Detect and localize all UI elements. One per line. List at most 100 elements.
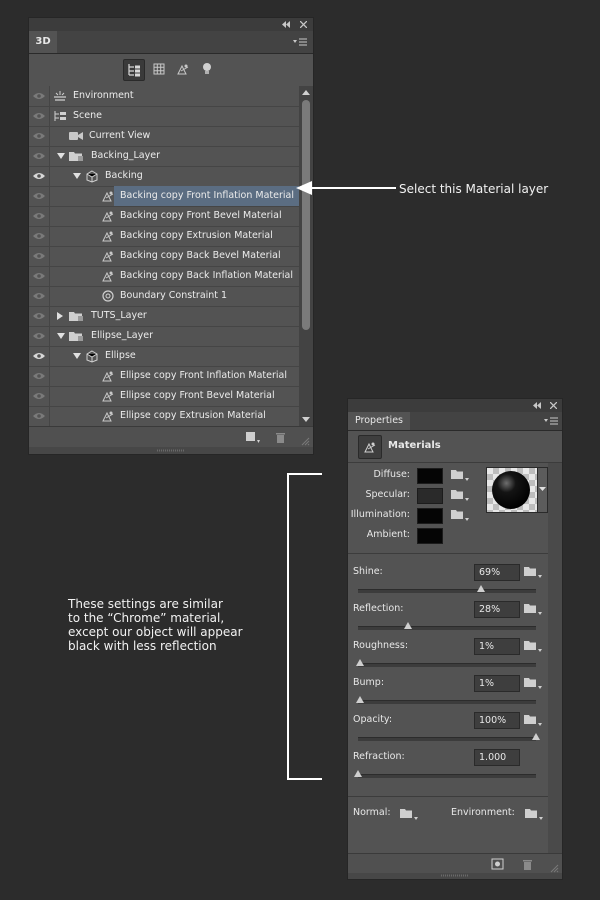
layer-row[interactable]: Ellipse xyxy=(29,346,299,367)
texture-folder-icon[interactable] xyxy=(524,639,542,653)
visibility-toggle[interactable] xyxy=(29,366,50,386)
texture-folder-icon[interactable] xyxy=(524,713,542,727)
properties-scrollbar[interactable] xyxy=(548,463,562,853)
annotation-note-line: These settings are similar xyxy=(68,597,223,611)
slider-thumb[interactable] xyxy=(355,659,364,666)
resize-grip-icon[interactable] xyxy=(301,437,310,446)
slider-track[interactable] xyxy=(358,589,536,593)
slider-thumb[interactable] xyxy=(354,770,362,777)
texture-folder-icon[interactable] xyxy=(524,602,542,616)
layer-row[interactable]: TUTS_Layer xyxy=(29,306,299,327)
normal-folder-icon[interactable] xyxy=(400,807,418,821)
visibility-toggle[interactable] xyxy=(29,306,50,326)
visibility-toggle[interactable] xyxy=(29,106,50,126)
color-label: Illumination: xyxy=(350,509,410,520)
layer-row[interactable]: Ellipse copy Front Bevel Material xyxy=(29,386,299,407)
visibility-toggle[interactable] xyxy=(29,286,50,306)
color-swatch[interactable] xyxy=(417,508,443,524)
visibility-toggle[interactable] xyxy=(29,266,50,286)
layer-row[interactable]: Scene xyxy=(29,106,299,127)
visibility-toggle[interactable] xyxy=(29,406,50,426)
visibility-toggle[interactable] xyxy=(29,246,50,266)
color-swatch[interactable] xyxy=(417,528,443,544)
slider-track[interactable] xyxy=(358,663,536,667)
visibility-toggle[interactable] xyxy=(29,166,50,186)
panel-titlebar[interactable] xyxy=(348,399,562,412)
filter-materials-button[interactable] xyxy=(173,59,193,79)
materials-mode-button[interactable] xyxy=(358,435,382,459)
trash-icon[interactable] xyxy=(275,431,286,443)
visibility-toggle[interactable] xyxy=(29,386,50,406)
visibility-toggle[interactable] xyxy=(29,126,50,146)
layer-row[interactable]: Current View xyxy=(29,126,299,147)
filter-whole-scene-button[interactable] xyxy=(123,59,145,81)
slider-value-field[interactable]: 100% xyxy=(474,712,520,729)
tab-3d[interactable]: 3D xyxy=(29,31,57,53)
eye-icon xyxy=(33,153,45,159)
visibility-toggle[interactable] xyxy=(29,86,50,106)
close-icon[interactable] xyxy=(300,21,307,28)
layer-row[interactable]: Backing copy Front Bevel Material xyxy=(29,206,299,227)
layer-row[interactable]: Ellipse copy Extrusion Material xyxy=(29,406,299,426)
layer-row[interactable]: Backing_Layer xyxy=(29,146,299,167)
layer-row[interactable]: Environment xyxy=(29,86,299,107)
panel-titlebar[interactable] xyxy=(29,18,313,31)
texture-folder-icon[interactable] xyxy=(524,676,542,690)
material-icon xyxy=(364,442,376,453)
slider-track[interactable] xyxy=(358,700,536,704)
texture-folder-icon[interactable] xyxy=(524,565,542,579)
visibility-toggle[interactable] xyxy=(29,346,50,366)
load-icon[interactable] xyxy=(491,858,504,870)
texture-folder-icon[interactable] xyxy=(451,508,469,522)
collapse-icon[interactable] xyxy=(532,402,542,409)
color-swatch[interactable] xyxy=(417,468,443,484)
visibility-toggle[interactable] xyxy=(29,206,50,226)
layer-row[interactable]: Backing copy Extrusion Material xyxy=(29,226,299,247)
collapse-icon[interactable] xyxy=(281,21,291,28)
filter-meshes-button[interactable] xyxy=(149,59,169,79)
trash-icon[interactable] xyxy=(522,858,533,870)
visibility-toggle[interactable] xyxy=(29,186,50,206)
slider-value-field[interactable]: 69% xyxy=(474,564,520,581)
slider-thumb[interactable] xyxy=(355,696,364,703)
visibility-toggle[interactable] xyxy=(29,326,50,346)
scroll-down-icon[interactable] xyxy=(302,417,310,422)
slider-thumb[interactable] xyxy=(476,585,485,592)
slider-value-field[interactable]: 1% xyxy=(474,675,520,692)
resize-grip-icon[interactable] xyxy=(550,864,559,873)
tab-properties[interactable]: Properties xyxy=(348,412,410,430)
layer-row[interactable]: Boundary Constraint 1 xyxy=(29,286,299,307)
layer-row[interactable]: Backing xyxy=(29,166,299,187)
visibility-toggle[interactable] xyxy=(29,146,50,166)
panel-drag-grip[interactable] xyxy=(29,447,313,454)
layer-row[interactable]: Ellipse_Layer xyxy=(29,326,299,347)
slider-value-field[interactable]: 28% xyxy=(474,601,520,618)
scroll-up-icon[interactable] xyxy=(302,90,310,95)
slider-value-field[interactable]: 1% xyxy=(474,638,520,655)
slider-value-field[interactable]: 1.000 xyxy=(474,749,520,766)
material-picker-button[interactable] xyxy=(537,467,548,513)
layer-row[interactable]: Backing copy Front Inflation Material xyxy=(29,186,299,207)
slider-track[interactable] xyxy=(358,737,536,741)
slider-thumb[interactable] xyxy=(532,733,540,740)
color-swatch[interactable] xyxy=(417,488,443,504)
layer-row[interactable]: Backing copy Back Bevel Material xyxy=(29,246,299,267)
panel-drag-grip[interactable] xyxy=(348,873,562,879)
slider-track[interactable] xyxy=(358,626,536,630)
visibility-toggle[interactable] xyxy=(29,226,50,246)
panel-menu-icon[interactable] xyxy=(544,417,558,425)
filter-lights-button[interactable] xyxy=(197,59,217,79)
scroll-thumb[interactable] xyxy=(302,100,310,330)
layer-row[interactable]: Ellipse copy Front Inflation Material xyxy=(29,366,299,387)
layer-row[interactable]: Backing copy Back Inflation Material xyxy=(29,266,299,287)
environment-folder-icon[interactable] xyxy=(525,807,543,821)
slider-thumb[interactable] xyxy=(403,622,412,629)
texture-folder-icon[interactable] xyxy=(451,488,469,502)
material-preview[interactable] xyxy=(486,467,538,513)
layer-list-scrollbar[interactable] xyxy=(299,86,313,426)
panel-menu-icon[interactable] xyxy=(293,38,307,46)
texture-folder-icon[interactable] xyxy=(451,468,469,482)
new-mesh-icon[interactable] xyxy=(245,431,261,444)
slider-track[interactable] xyxy=(358,774,536,778)
close-icon[interactable] xyxy=(550,402,557,409)
